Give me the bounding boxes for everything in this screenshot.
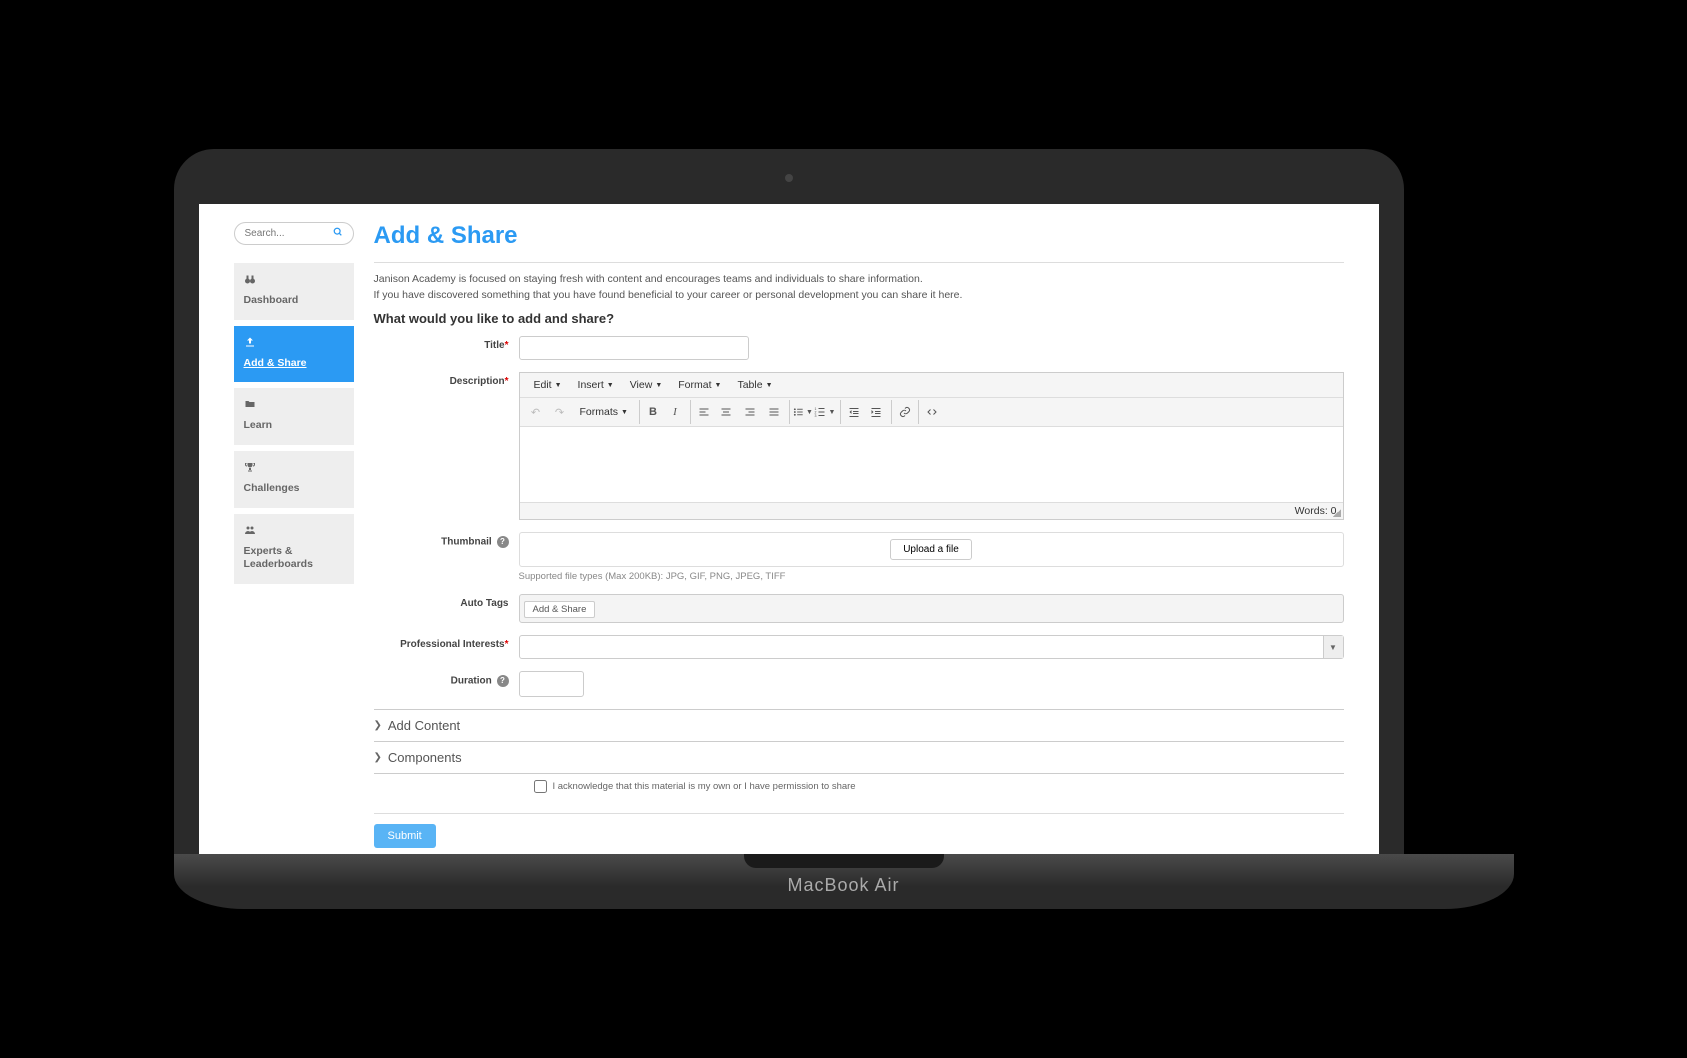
label-thumbnail: Thumbnail ?	[374, 532, 519, 548]
label-description: Description*	[374, 372, 519, 387]
interests-select[interactable]: ▼	[519, 635, 1344, 659]
chevron-down-icon[interactable]: ▼	[1323, 636, 1343, 658]
info-icon[interactable]: ?	[497, 536, 509, 548]
binoculars-icon	[244, 273, 344, 288]
search-box[interactable]	[234, 222, 354, 245]
upload-icon	[244, 336, 344, 351]
nav-label: Challenges	[244, 482, 344, 496]
title-input[interactable]	[519, 336, 749, 360]
thumbnail-dropzone[interactable]: Upload a file	[519, 532, 1344, 567]
italic-icon[interactable]: I	[663, 400, 687, 424]
undo-icon[interactable]: ↶	[524, 400, 548, 424]
nav-label: Learn	[244, 419, 344, 433]
bold-icon[interactable]: B	[639, 400, 663, 424]
editor-menu-format[interactable]: Format▼	[670, 375, 729, 395]
nav-add-share[interactable]: Add & Share	[234, 326, 354, 383]
numbered-list-icon[interactable]: 123▼	[813, 400, 837, 424]
info-icon[interactable]: ?	[497, 675, 509, 687]
nav-challenges[interactable]: Challenges	[234, 451, 354, 508]
bullet-list-icon[interactable]: ▼	[789, 400, 813, 424]
section-question: What would you like to add and share?	[374, 311, 1344, 326]
duration-input[interactable]	[519, 671, 584, 697]
page-title: Add & Share	[374, 222, 1344, 250]
editor-menu-view[interactable]: View▼	[622, 375, 671, 395]
intro-text-2: If you have discovered something that yo…	[374, 289, 1344, 301]
label-duration: Duration ?	[374, 671, 519, 687]
align-center-icon[interactable]	[714, 400, 738, 424]
collapse-add-content[interactable]: ❯ Add Content	[374, 709, 1344, 741]
acknowledge-label: I acknowledge that this material is my o…	[553, 781, 856, 792]
nav-experts[interactable]: Experts & Leaderboards	[234, 514, 354, 584]
nav-dashboard[interactable]: Dashboard	[234, 263, 354, 320]
label-interests: Professional Interests*	[374, 635, 519, 650]
svg-text:3: 3	[815, 414, 817, 418]
divider	[374, 262, 1344, 263]
align-right-icon[interactable]	[738, 400, 762, 424]
acknowledge-checkbox[interactable]	[534, 780, 547, 793]
submit-button[interactable]: Submit	[374, 824, 436, 848]
auto-tags-field[interactable]: Add & Share	[519, 594, 1344, 623]
collapse-components[interactable]: ❯ Components	[374, 741, 1344, 774]
chevron-right-icon: ❯	[374, 720, 382, 731]
editor-textarea[interactable]	[520, 427, 1343, 502]
label-title: Title*	[374, 336, 519, 351]
upload-file-button[interactable]: Upload a file	[890, 539, 972, 560]
code-icon[interactable]	[918, 400, 942, 424]
editor-menu-edit[interactable]: Edit▼	[526, 375, 570, 395]
users-icon	[244, 524, 344, 539]
nav-label: Experts & Leaderboards	[244, 545, 344, 572]
trophy-icon	[244, 461, 344, 476]
nav-learn[interactable]: Learn	[234, 388, 354, 445]
rich-text-editor: Edit▼ Insert▼ View▼ Format▼ Table▼ ↶ ↷ F…	[519, 372, 1344, 520]
redo-icon[interactable]: ↷	[548, 400, 572, 424]
editor-menu-table[interactable]: Table▼	[729, 375, 780, 395]
outdent-icon[interactable]	[840, 400, 864, 424]
word-count: Words: 0	[520, 502, 1343, 519]
resize-grip-icon[interactable]	[1333, 509, 1341, 517]
formats-dropdown[interactable]: Formats▼	[572, 406, 636, 418]
intro-text-1: Janison Academy is focused on staying fr…	[374, 273, 1344, 285]
editor-menu-insert[interactable]: Insert▼	[570, 375, 622, 395]
divider	[374, 813, 1344, 814]
nav-label: Add & Share	[244, 357, 344, 371]
nav-label: Dashboard	[244, 294, 344, 308]
indent-icon[interactable]	[864, 400, 888, 424]
label-autotags: Auto Tags	[374, 594, 519, 609]
search-input[interactable]	[245, 228, 325, 239]
thumbnail-hint: Supported file types (Max 200KB): JPG, G…	[519, 571, 1344, 582]
link-icon[interactable]	[891, 400, 915, 424]
align-left-icon[interactable]	[690, 400, 714, 424]
folder-icon	[244, 398, 344, 413]
search-icon[interactable]	[333, 227, 343, 240]
tag-chip[interactable]: Add & Share	[524, 601, 596, 618]
chevron-right-icon: ❯	[374, 752, 382, 763]
align-justify-icon[interactable]	[762, 400, 786, 424]
device-label: MacBook Air	[787, 867, 899, 896]
